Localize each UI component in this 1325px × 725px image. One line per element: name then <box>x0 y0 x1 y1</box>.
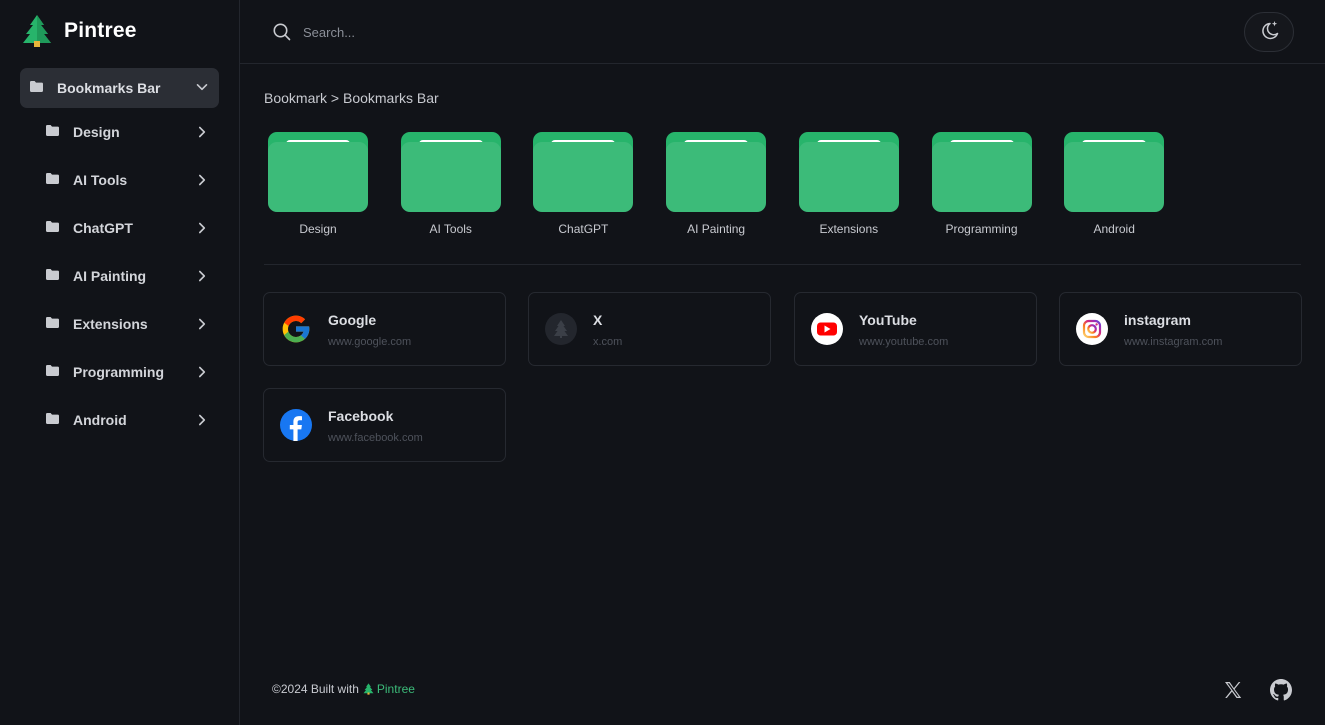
folder-design[interactable]: Design <box>268 132 368 236</box>
folder-icon <box>268 132 368 216</box>
sidebar-item-programming[interactable]: Programming <box>20 348 219 396</box>
folder-name: AI Painting <box>687 222 746 236</box>
sidebar-item-label: ChatGPT <box>73 220 133 236</box>
footer-link-label: Pintree <box>376 682 415 696</box>
chevron-right-icon[interactable] <box>195 317 209 336</box>
theme-toggle-button[interactable] <box>1244 12 1294 52</box>
github-icon[interactable] <box>1270 679 1292 701</box>
sidebar-item-label: AI Painting <box>73 268 147 284</box>
folder-programming[interactable]: Programming <box>931 132 1032 236</box>
search-icon <box>272 22 292 47</box>
sidebar-item-extensions[interactable]: Extensions <box>20 300 219 348</box>
folder-name: ChatGPT <box>558 222 609 236</box>
folder-icon <box>666 132 767 216</box>
bookmark-title: instagram <box>1124 312 1191 328</box>
instagram-icon <box>1076 313 1108 345</box>
footer-text: ©2024 Built with <box>272 682 359 696</box>
bookmark-card-instagram[interactable]: instagram www.instagram.com <box>1059 292 1302 366</box>
bookmark-url: www.google.com <box>328 336 412 348</box>
folder-chatgpt[interactable]: ChatGPT <box>533 132 634 236</box>
divider <box>264 264 1301 265</box>
sidebar-item-label: Programming <box>73 364 165 380</box>
folder-name: AI Tools <box>429 222 472 236</box>
folder-icon <box>46 267 59 285</box>
bookmark-url: www.instagram.com <box>1124 336 1223 348</box>
google-icon <box>280 313 312 345</box>
folder-icon <box>30 79 43 97</box>
folder-name: Design <box>299 222 337 236</box>
folder-name: Extensions <box>819 222 879 236</box>
sidebar-item-label: Bookmarks Bar <box>57 80 161 96</box>
bookmark-card-google[interactable]: Google www.google.com <box>263 292 506 366</box>
sidebar-item-design[interactable]: Design <box>20 108 219 156</box>
bookmark-url: www.facebook.com <box>328 432 423 444</box>
breadcrumb: Bookmark > Bookmarks Bar <box>264 90 439 106</box>
folder-name: Android <box>1093 222 1135 236</box>
bookmark-title: YouTube <box>859 312 917 328</box>
folder-ai-painting[interactable]: AI Painting <box>666 132 767 236</box>
footer-pintree-link[interactable]: Pintree <box>363 682 415 696</box>
folder-icon <box>1064 132 1165 216</box>
folder-name: Programming <box>945 222 1018 236</box>
brand[interactable]: Pintree <box>22 14 137 48</box>
bookmark-url: www.youtube.com <box>859 336 949 348</box>
sidebar-item-ai-painting[interactable]: AI Painting <box>20 252 219 300</box>
top-bar <box>240 0 1325 64</box>
chevron-right-icon[interactable] <box>195 173 209 192</box>
folder-icon <box>533 132 634 216</box>
sidebar-item-chatgpt[interactable]: ChatGPT <box>20 204 219 252</box>
folder-icon <box>931 132 1032 216</box>
x-icon[interactable] <box>1222 679 1244 701</box>
folder-icon <box>46 171 59 189</box>
folder-icon <box>400 132 501 216</box>
pintree-logo-icon <box>22 14 52 48</box>
sidebar: Pintree Bookmarks Bar Design AI Tools Chat… <box>0 0 240 725</box>
chevron-right-icon[interactable] <box>195 125 209 144</box>
facebook-icon <box>280 409 312 441</box>
folder-icon <box>46 411 59 429</box>
search-input[interactable] <box>303 20 703 44</box>
folder-icon <box>46 123 59 141</box>
sidebar-item-label: Android <box>73 412 127 428</box>
folder-ai-tools[interactable]: AI Tools <box>400 132 501 236</box>
tree-placeholder-icon <box>545 313 577 345</box>
app-name: Pintree <box>64 19 137 42</box>
chevron-down-icon[interactable] <box>195 80 209 99</box>
bookmark-url: x.com <box>593 336 623 348</box>
sidebar-item-label: Design <box>73 124 120 140</box>
moon-sparkle-icon <box>1257 18 1281 47</box>
sidebar-item-android[interactable]: Android <box>20 396 219 444</box>
bookmark-title: X <box>593 312 603 328</box>
footer: ©2024 Built with Pintree <box>272 682 415 696</box>
sidebar-item-label: Extensions <box>73 316 148 332</box>
chevron-right-icon[interactable] <box>195 365 209 384</box>
folder-android[interactable]: Android <box>1064 132 1165 236</box>
sidebar-item-label: AI Tools <box>73 172 128 188</box>
folder-icon <box>798 132 899 216</box>
sidebar-nav: Bookmarks Bar Design AI Tools ChatGPT AI Pa… <box>20 68 219 444</box>
folder-extensions[interactable]: Extensions <box>798 132 899 236</box>
folder-icon <box>46 363 59 381</box>
youtube-icon <box>811 313 843 345</box>
folder-icon <box>46 219 59 237</box>
chevron-right-icon[interactable] <box>195 221 209 240</box>
sidebar-item-bookmarks-bar[interactable]: Bookmarks Bar <box>20 68 219 108</box>
sidebar-item-ai-tools[interactable]: AI Tools <box>20 156 219 204</box>
bookmark-card-facebook[interactable]: Facebook www.facebook.com <box>263 388 506 462</box>
chevron-right-icon[interactable] <box>195 269 209 288</box>
bookmark-card-youtube[interactable]: YouTube www.youtube.com <box>794 292 1037 366</box>
chevron-right-icon[interactable] <box>195 413 209 432</box>
bookmark-card-x[interactable]: Xx.com <box>528 292 771 366</box>
folder-icon <box>46 315 59 333</box>
bookmark-title: Facebook <box>328 408 394 424</box>
bookmark-title: Google <box>328 312 377 328</box>
